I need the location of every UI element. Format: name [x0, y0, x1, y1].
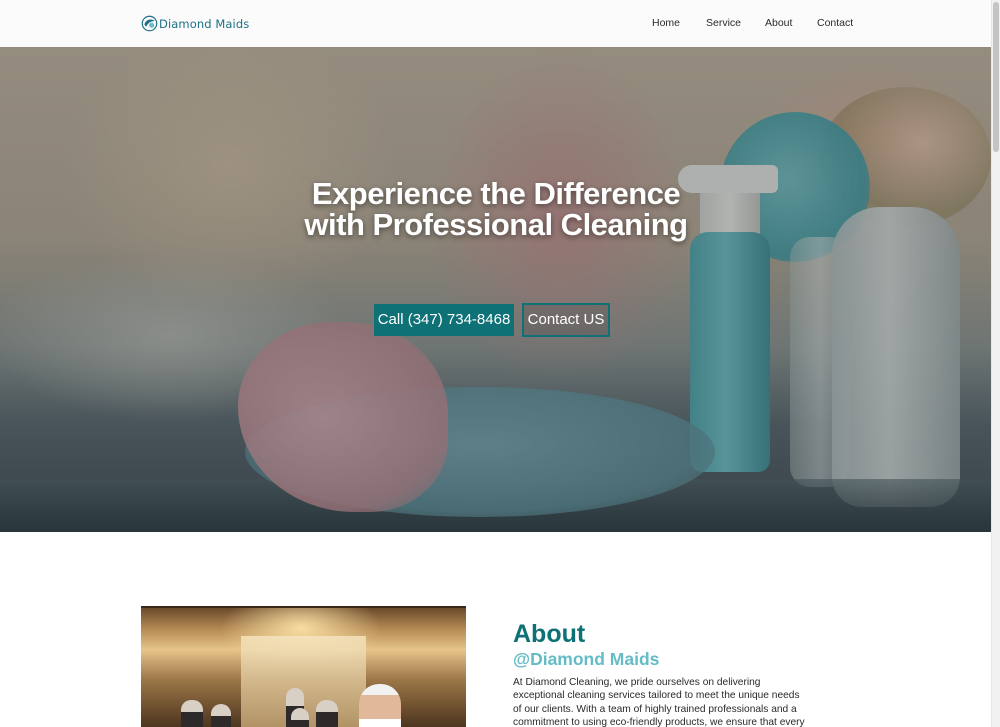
- photo-person: [316, 700, 338, 727]
- photo-person: [211, 704, 231, 727]
- photo-person: [291, 708, 309, 727]
- about-title: About: [513, 620, 586, 648]
- call-button[interactable]: Call (347) 734-8468: [374, 304, 514, 336]
- nav-service[interactable]: Service: [706, 17, 741, 29]
- nav-home[interactable]: Home: [652, 17, 680, 29]
- about-team-photo: [141, 606, 466, 727]
- photo-person: [181, 700, 203, 727]
- nav-about[interactable]: About: [765, 17, 792, 29]
- page-scrollbar[interactable]: [991, 0, 1000, 727]
- site-header: Diamond Maids Home Service About Contact: [0, 0, 991, 47]
- main-nav: Home Service About Contact: [0, 17, 991, 31]
- hero-title: Experience the Difference with Professio…: [304, 176, 688, 242]
- about-description: At Diamond Cleaning, we pride ourselves …: [513, 677, 805, 727]
- nav-contact[interactable]: Contact: [817, 17, 853, 29]
- photo-lead-person: [359, 684, 401, 727]
- hero-section: Experience the Difference with Professio…: [0, 47, 991, 532]
- about-subtitle: @Diamond Maids: [513, 649, 660, 669]
- scrollbar-thumb[interactable]: [993, 2, 999, 152]
- contact-us-button[interactable]: Contact US: [522, 303, 610, 337]
- hero-overlay: [0, 47, 991, 532]
